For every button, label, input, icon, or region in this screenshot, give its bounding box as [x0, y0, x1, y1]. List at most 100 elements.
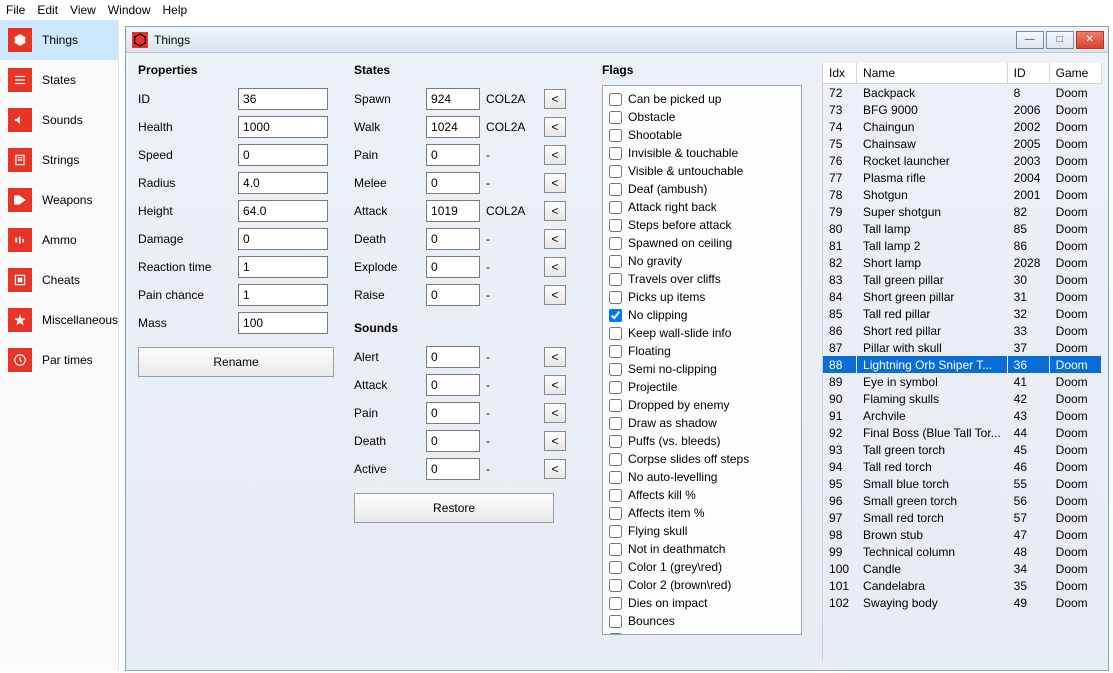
table-row[interactable]: 82Short lamp2028Doom	[823, 254, 1102, 271]
table-row[interactable]: 99Technical column48Doom	[823, 543, 1102, 560]
table-row[interactable]: 86Short red pillar33Doom	[823, 322, 1102, 339]
sound-input-death[interactable]	[426, 430, 480, 452]
state-goto-attack[interactable]: <	[544, 201, 566, 221]
table-row[interactable]: 98Brown stub47Doom	[823, 526, 1102, 543]
table-row[interactable]: 97Small red torch57Doom	[823, 509, 1102, 526]
state-goto-explode[interactable]: <	[544, 257, 566, 277]
maximize-button[interactable]: □	[1046, 31, 1074, 49]
sound-goto-alert[interactable]: <	[544, 347, 566, 367]
flag-checkbox-dropped-by-enemy[interactable]	[609, 399, 622, 412]
table-row[interactable]: 87Pillar with skull37Doom	[823, 339, 1102, 356]
restore-button[interactable]: Restore	[354, 493, 554, 523]
table-row[interactable]: 83Tall green pillar30Doom	[823, 271, 1102, 288]
flag-checkbox-no-clipping[interactable]	[609, 309, 622, 322]
table-row[interactable]: 80Tall lamp85Doom	[823, 220, 1102, 237]
state-input-walk[interactable]	[426, 116, 480, 138]
table-row[interactable]: 93Tall green torch45Doom	[823, 441, 1102, 458]
table-row[interactable]: 74Chaingun2002Doom	[823, 118, 1102, 135]
state-input-spawn[interactable]	[426, 88, 480, 110]
flag-checkbox-puffs-vs-bleeds-[interactable]	[609, 435, 622, 448]
flag-checkbox-bounces[interactable]	[609, 615, 622, 628]
table-row[interactable]: 81Tall lamp 286Doom	[823, 237, 1102, 254]
flag-checkbox-visible-untouchable[interactable]	[609, 165, 622, 178]
flag-checkbox-affects-item-[interactable]	[609, 507, 622, 520]
flag-checkbox-projectile[interactable]	[609, 381, 622, 394]
table-row[interactable]: 100Candle34Doom	[823, 560, 1102, 577]
state-input-attack[interactable]	[426, 200, 480, 222]
menu-window[interactable]: Window	[108, 3, 151, 17]
flag-checkbox-floating[interactable]	[609, 345, 622, 358]
flag-checkbox-deaf-ambush-[interactable]	[609, 183, 622, 196]
flag-checkbox-corpse-slides-off-steps[interactable]	[609, 453, 622, 466]
flag-checkbox-color-2-brown-red-[interactable]	[609, 579, 622, 592]
table-row[interactable]: 75Chainsaw2005Doom	[823, 135, 1102, 152]
sidebar-item-par-times[interactable]: Par times	[0, 340, 118, 380]
flag-checkbox-can-be-picked-up[interactable]	[609, 93, 622, 106]
flag-checkbox-shootable[interactable]	[609, 129, 622, 142]
sound-goto-active[interactable]: <	[544, 459, 566, 479]
flag-checkbox-picks-up-items[interactable]	[609, 291, 622, 304]
table-row[interactable]: 101Candelabra35Doom	[823, 577, 1102, 594]
sidebar-item-miscellaneous[interactable]: Miscellaneous	[0, 300, 118, 340]
flag-checkbox-no-gravity[interactable]	[609, 255, 622, 268]
flag-checkbox-flying-skull[interactable]	[609, 525, 622, 538]
prop-input-height[interactable]	[238, 200, 328, 222]
prop-input-damage[interactable]	[238, 228, 328, 250]
table-row[interactable]: 72Backpack8Doom	[823, 84, 1102, 101]
flag-checkbox-dies-on-impact[interactable]	[609, 597, 622, 610]
flag-checkbox-draw-as-shadow[interactable]	[609, 417, 622, 430]
table-row[interactable]: 90Flaming skulls42Doom	[823, 390, 1102, 407]
table-row[interactable]: 79Super shotgun82Doom	[823, 203, 1102, 220]
sidebar-item-strings[interactable]: Strings	[0, 140, 118, 180]
sound-input-active[interactable]	[426, 458, 480, 480]
flag-checkbox-color-1-grey-red-[interactable]	[609, 561, 622, 574]
state-input-raise[interactable]	[426, 284, 480, 306]
prop-input-id[interactable]	[238, 88, 328, 110]
table-row[interactable]: 84Short green pillar31Doom	[823, 288, 1102, 305]
sound-input-pain[interactable]	[426, 402, 480, 424]
sidebar-item-ammo[interactable]: Ammo	[0, 220, 118, 260]
prop-input-speed[interactable]	[238, 144, 328, 166]
sound-goto-attack[interactable]: <	[544, 375, 566, 395]
flag-checkbox-obstacle[interactable]	[609, 111, 622, 124]
flag-checkbox-spawned-on-ceiling[interactable]	[609, 237, 622, 250]
sidebar-item-weapons[interactable]: Weapons	[0, 180, 118, 220]
prop-input-reaction-time[interactable]	[238, 256, 328, 278]
sidebar-item-sounds[interactable]: Sounds	[0, 100, 118, 140]
table-row[interactable]: 76Rocket launcher2003Doom	[823, 152, 1102, 169]
menu-edit[interactable]: Edit	[37, 3, 58, 17]
table-row[interactable]: 92Final Boss (Blue Tall Tor...44Doom	[823, 424, 1102, 441]
close-button[interactable]: ✕	[1076, 31, 1104, 49]
menu-view[interactable]: View	[70, 3, 96, 17]
flag-checkbox-keep-wall-slide-info[interactable]	[609, 327, 622, 340]
sound-goto-death[interactable]: <	[544, 431, 566, 451]
flag-checkbox-affects-kill-[interactable]	[609, 489, 622, 502]
table-row[interactable]: 102Swaying body49Doom	[823, 594, 1102, 611]
state-input-death[interactable]	[426, 228, 480, 250]
col-game[interactable]: Game	[1050, 63, 1102, 83]
state-input-explode[interactable]	[426, 256, 480, 278]
table-row[interactable]: 95Small blue torch55Doom	[823, 475, 1102, 492]
state-goto-raise[interactable]: <	[544, 285, 566, 305]
sound-input-attack[interactable]	[426, 374, 480, 396]
sidebar-item-cheats[interactable]: Cheats	[0, 260, 118, 300]
state-goto-death[interactable]: <	[544, 229, 566, 249]
flag-checkbox-invisible-touchable[interactable]	[609, 147, 622, 160]
table-row[interactable]: 73BFG 90002006Doom	[823, 101, 1102, 118]
state-input-pain[interactable]	[426, 144, 480, 166]
table-row[interactable]: 91Archvile43Doom	[823, 407, 1102, 424]
flag-checkbox-semi-no-clipping[interactable]	[609, 363, 622, 376]
table-row[interactable]: 88Lightning Orb Sniper T...36Doom	[823, 356, 1102, 373]
flag-checkbox-friendly[interactable]	[609, 633, 622, 636]
state-goto-pain[interactable]: <	[544, 145, 566, 165]
table-row[interactable]: 94Tall red torch46Doom	[823, 458, 1102, 475]
prop-input-mass[interactable]	[238, 312, 328, 334]
prop-input-health[interactable]	[238, 116, 328, 138]
table-row[interactable]: 85Tall red pillar32Doom	[823, 305, 1102, 322]
table-row[interactable]: 78Shotgun2001Doom	[823, 186, 1102, 203]
flag-checkbox-steps-before-attack[interactable]	[609, 219, 622, 232]
table-row[interactable]: 89Eye in symbol41Doom	[823, 373, 1102, 390]
col-name[interactable]: Name	[857, 63, 1008, 83]
prop-input-radius[interactable]	[238, 172, 328, 194]
sound-input-alert[interactable]	[426, 346, 480, 368]
